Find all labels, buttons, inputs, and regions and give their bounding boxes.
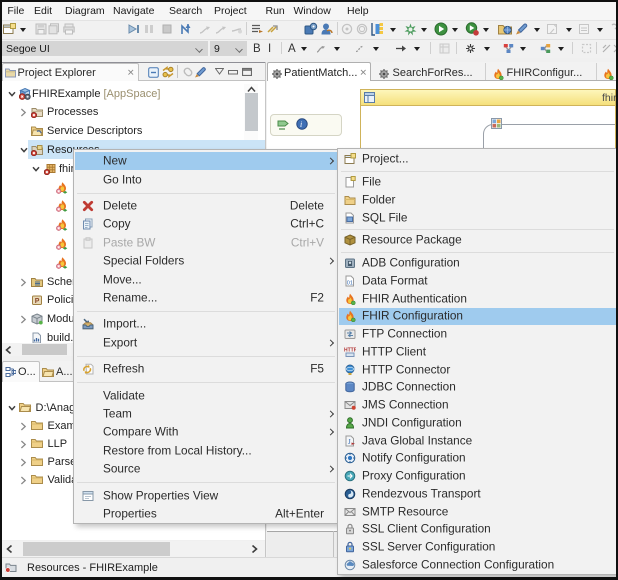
svg-text:01: 01 <box>346 280 352 286</box>
svg-text:i: i <box>300 120 302 129</box>
svg-text:P: P <box>35 298 40 305</box>
svg-text:J: J <box>348 438 351 446</box>
